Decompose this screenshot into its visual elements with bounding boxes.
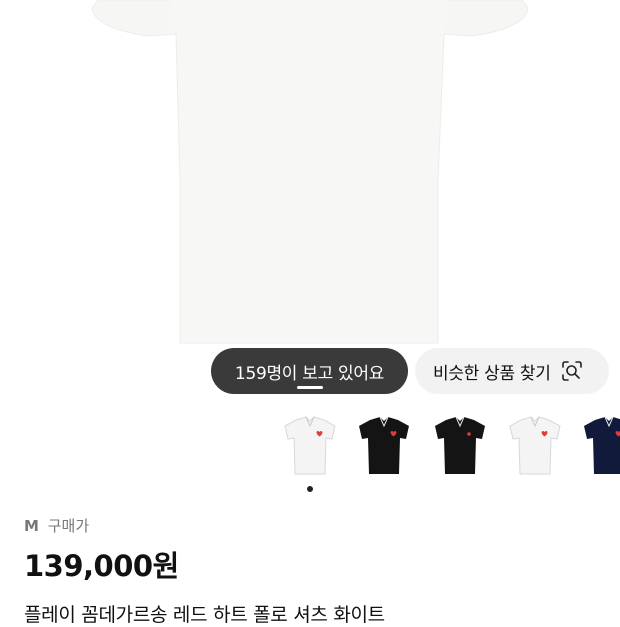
variant-thumbnail-black-2[interactable] bbox=[424, 410, 496, 482]
carousel-indicator-dot bbox=[307, 486, 313, 492]
polo-thumbnail-image bbox=[284, 416, 336, 475]
variant-thumbnail-white-1[interactable] bbox=[274, 410, 346, 482]
viewers-count-text: 159명이 보고 있어요 bbox=[234, 363, 385, 384]
color-variant-thumbnails bbox=[0, 410, 620, 485]
polo-thumbnail-image bbox=[435, 416, 485, 474]
polo-thumbnail-image bbox=[584, 416, 620, 474]
polo-shirt-image bbox=[91, 0, 529, 344]
find-similar-button[interactable]: 비슷한 상품 찾기 bbox=[415, 348, 609, 394]
find-similar-label: 비슷한 상품 찾기 bbox=[433, 363, 551, 384]
price-type-row: M 구매가 bbox=[24, 515, 89, 536]
variant-thumbnail-black-1[interactable] bbox=[348, 410, 420, 482]
polo-thumbnail-image bbox=[359, 416, 409, 474]
viewers-count-badge: 159명이 보고 있어요 bbox=[211, 348, 408, 394]
polo-thumbnail-image bbox=[509, 416, 561, 475]
size-label: M bbox=[24, 517, 39, 535]
product-hero-image[interactable] bbox=[0, 0, 620, 400]
price-type-label: 구매가 bbox=[47, 517, 90, 535]
lens-search-icon bbox=[561, 361, 582, 381]
product-price: 139,000원 bbox=[24, 549, 179, 583]
drag-handle bbox=[296, 386, 323, 389]
product-name: 플레이 꼼데가르송 레드 하트 폴로 셔츠 화이트 bbox=[24, 604, 385, 626]
variant-thumbnail-white-2[interactable] bbox=[499, 410, 571, 482]
variant-thumbnail-navy[interactable] bbox=[573, 410, 620, 482]
